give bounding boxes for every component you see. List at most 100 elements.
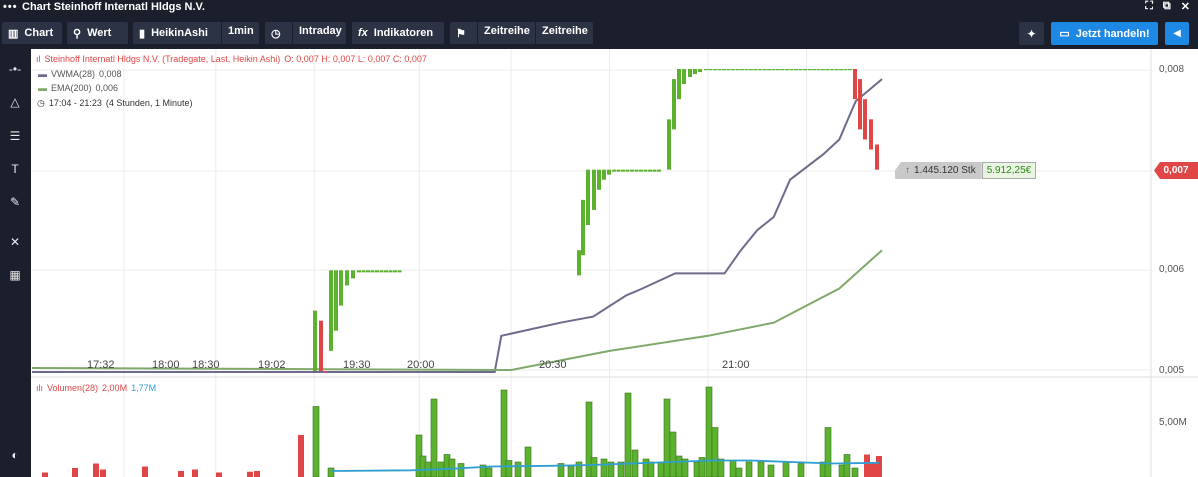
volume-bar (254, 471, 260, 477)
candle (357, 270, 361, 273)
candle (319, 320, 323, 371)
candle (597, 169, 601, 190)
candle (630, 169, 634, 172)
crosshair-tool-icon[interactable]: -•- (5, 61, 25, 77)
candle (323, 371, 327, 373)
candle (812, 69, 816, 71)
clock-icon: ◷ (37, 98, 45, 108)
candle (704, 69, 708, 71)
candle (731, 69, 735, 71)
candle (830, 69, 834, 71)
zeitreihe-button-1[interactable]: Zeitreihe (484, 25, 530, 37)
price-tick-0006: 0,006 (1159, 264, 1185, 275)
volume-bar (72, 468, 78, 477)
triangle-tool-icon[interactable]: △ (5, 94, 25, 110)
collapse-panel-button[interactable]: ◀ (1165, 22, 1189, 45)
candle (677, 69, 681, 100)
candle (825, 69, 830, 71)
volume-bar (524, 446, 532, 477)
candle (713, 69, 717, 71)
volume-bar (757, 461, 765, 477)
pen-tool-icon[interactable]: ✎ (5, 194, 25, 210)
remove-drawings-icon[interactable]: ✕ (5, 234, 25, 250)
fibonacci-tool-icon[interactable]: ☰ (5, 128, 25, 144)
candle (869, 119, 873, 150)
candle (744, 69, 749, 71)
candle (397, 270, 402, 273)
fullscreen-icon[interactable]: ⛶ (1145, 0, 1153, 13)
candle (708, 69, 713, 71)
candle (858, 79, 862, 130)
candle (345, 270, 349, 286)
price-tick-0005: 0,005 (1159, 365, 1185, 376)
bar-chart-icon: ılı (36, 383, 44, 393)
candle (366, 270, 370, 273)
bookmark-icon[interactable]: ⚑ (456, 27, 466, 40)
candle (794, 69, 798, 71)
candle (612, 169, 616, 172)
volume-bar (100, 469, 106, 477)
fx-icon: fx (358, 27, 368, 39)
calculator-icon[interactable]: ▦ (5, 267, 25, 283)
volume-bar (514, 461, 522, 477)
close-icon[interactable]: ✕ (1181, 0, 1190, 13)
current-price-tag: 0,007 (1154, 162, 1198, 179)
candle (848, 69, 852, 71)
volume-bar (745, 461, 753, 477)
volume-bar (876, 456, 882, 477)
popout-icon[interactable]: ⧉ (1163, 0, 1171, 13)
candle (693, 69, 697, 75)
candle (717, 69, 722, 71)
candle (577, 250, 581, 276)
menu-dots-icon[interactable]: ••• (3, 1, 18, 13)
price-chart[interactable] (31, 49, 1198, 477)
search-icon: ⚲ (73, 27, 82, 40)
zeitreihe-button-2[interactable]: Zeitreihe (542, 25, 588, 37)
volume-bar (567, 466, 575, 477)
vwma-legend: ▬ VWMA(28) 0,008 (38, 69, 122, 79)
chart-area[interactable]: ıl Steinhoff Internatl Hldgs N.V. (Tradeg… (31, 49, 1198, 477)
heikinashi-icon: ▮ (139, 27, 146, 40)
contrast-icon[interactable]: ◐ (5, 447, 25, 463)
trade-now-button[interactable]: ▭ Jetzt handeln! (1051, 22, 1158, 45)
wert-button[interactable]: ⚲ Wert (67, 22, 128, 44)
range-label[interactable]: Intraday (299, 25, 342, 37)
candle (726, 69, 731, 71)
line-vwma28 (32, 78, 883, 373)
chart-type-button[interactable]: ▥ Chart (2, 22, 62, 44)
candle (361, 270, 366, 273)
volume-bar (782, 461, 790, 477)
candle (607, 169, 611, 175)
volume-tick-5m: 5,00M (1159, 417, 1187, 428)
volume-bar (216, 472, 222, 477)
candle (753, 69, 758, 71)
candle (351, 270, 355, 279)
title-bar: ••• Chart Steinhoff Internatl Hldgs N.V.… (0, 0, 1198, 16)
arrow-up-icon: ↑ (905, 165, 910, 176)
magic-wand-button[interactable]: ✦ (1019, 22, 1044, 45)
volume-bar (767, 464, 775, 477)
volume-bar (669, 431, 677, 477)
volume-bar (729, 460, 737, 477)
volume-bar (870, 463, 876, 477)
candle (839, 69, 843, 71)
time-tick: 19:30 (343, 359, 371, 371)
candle (667, 119, 671, 170)
volume-bar (142, 466, 148, 477)
text-tool-icon[interactable]: T (5, 161, 25, 177)
candle (682, 69, 686, 85)
candle (807, 69, 812, 71)
time-tick: 21:00 (722, 359, 750, 371)
candle (621, 169, 625, 172)
candle (643, 169, 648, 172)
candle (652, 169, 657, 172)
candle (592, 169, 596, 210)
candle (735, 69, 740, 71)
indicators-button[interactable]: fx Indikatoren (352, 22, 444, 44)
candle (834, 69, 839, 71)
time-tick: 19:02 (258, 359, 286, 371)
candle (780, 69, 785, 71)
clock-icon: ◷ (271, 27, 281, 40)
volume-bar (247, 471, 253, 477)
interval-button[interactable]: 1min (228, 25, 254, 37)
